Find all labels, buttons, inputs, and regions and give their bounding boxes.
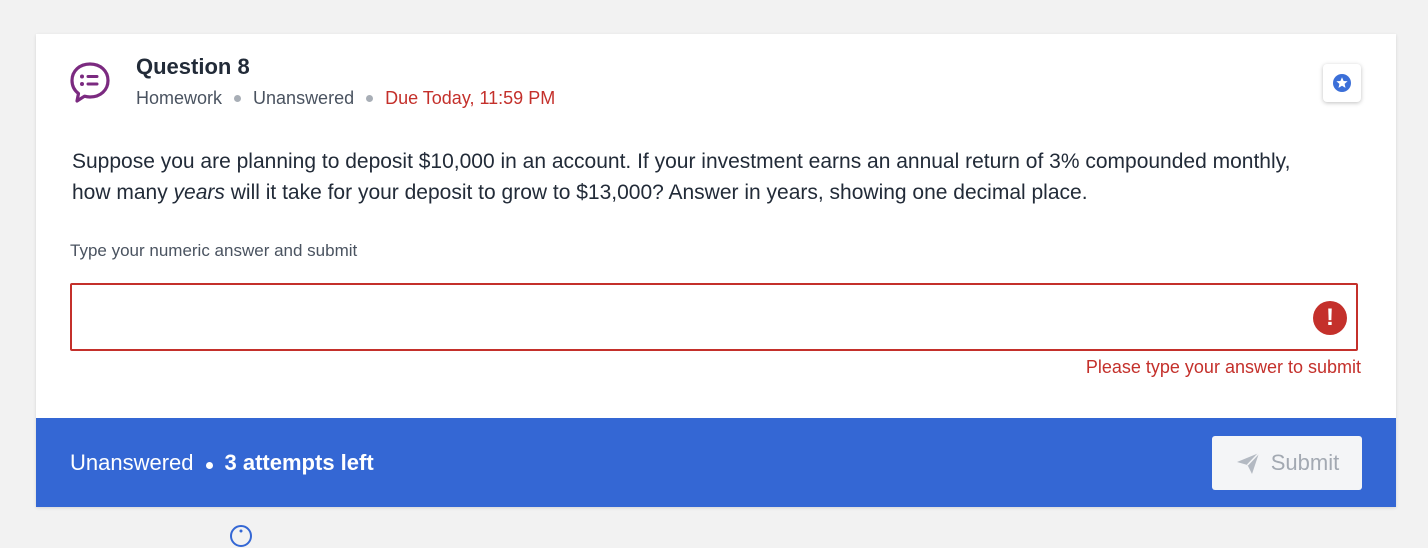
question-type: Homework bbox=[136, 88, 223, 108]
question-text-part2: will it take for your deposit to grow to… bbox=[224, 181, 1088, 204]
submission-footer: Unanswered 3 attempts left Submit bbox=[36, 418, 1396, 507]
error-message: Please type your answer to submit bbox=[1085, 357, 1361, 377]
due-date: Due Today, 11:59 PM bbox=[385, 88, 556, 108]
question-prompt: Suppose you are planning to deposit $10,… bbox=[72, 146, 1332, 208]
meta-separator-dot bbox=[234, 95, 242, 102]
question-list-icon bbox=[70, 62, 110, 103]
question-status: Unanswered bbox=[253, 88, 355, 108]
answer-label: Type your numeric answer and submit bbox=[70, 241, 358, 260]
bookmark-button[interactable] bbox=[1323, 64, 1361, 102]
star-badge-icon bbox=[1333, 74, 1351, 92]
numeric-answer-input[interactable] bbox=[70, 283, 1358, 351]
meta-separator-dot bbox=[366, 95, 374, 102]
footer-separator-dot bbox=[205, 461, 213, 469]
question-title: Question 8 bbox=[136, 54, 250, 79]
info-icon[interactable] bbox=[229, 524, 253, 548]
footer-status-label: Unanswered bbox=[70, 450, 194, 475]
question-meta: Homework Unanswered Due Today, 11:59 PM bbox=[136, 88, 555, 109]
question-text-emphasis: years bbox=[173, 181, 225, 204]
submit-button[interactable]: Submit bbox=[1212, 436, 1362, 490]
submit-label: Submit bbox=[1270, 450, 1340, 475]
attempts-left: 3 attempts left bbox=[224, 450, 374, 475]
question-card: Question 8 Homework Unanswered Due Today… bbox=[36, 34, 1396, 507]
footer-status: Unanswered 3 attempts left bbox=[70, 450, 374, 476]
paper-plane-icon bbox=[1236, 452, 1260, 474]
exclamation-icon: ! bbox=[1313, 301, 1347, 335]
